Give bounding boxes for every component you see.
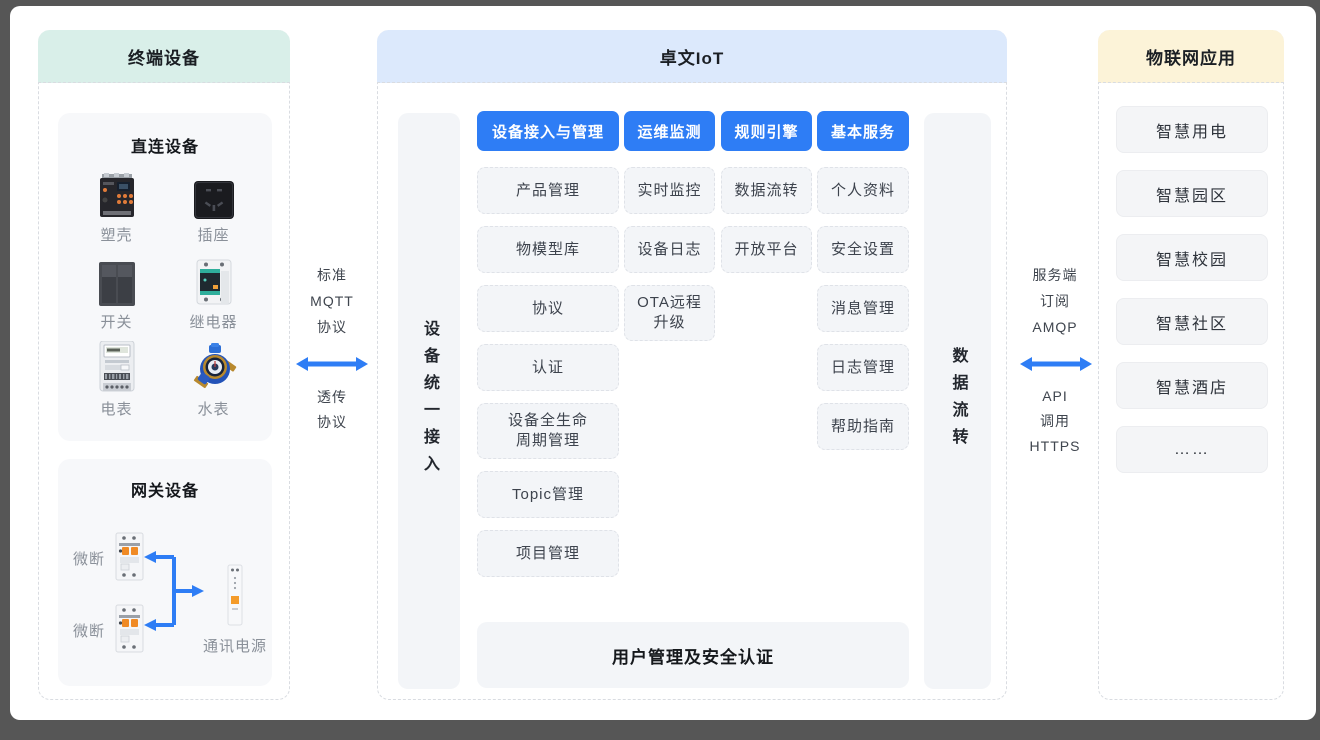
protocol-line: 服务端 <box>1015 262 1095 288</box>
relay-icon <box>193 254 235 306</box>
protocol-line: 协议 <box>292 314 372 340</box>
terminal-devices-panel: 终端设备 直连设备 <box>38 30 290 700</box>
protocol-line: HTTPS <box>1015 434 1095 459</box>
direct-devices-card: 直连设备 <box>58 113 272 441</box>
protocol-line: 调用 <box>1015 409 1095 434</box>
device-unified-access-bar: 设备统一接入 <box>398 113 460 689</box>
iot-platform-panel: 卓文IoT 设备统一接入 数据流转 设备接入与管理 运维监测 规则引擎 基本服务… <box>377 30 1007 700</box>
module-item: 物模型库 <box>477 226 619 273</box>
device-label: 塑壳 <box>100 224 132 245</box>
protocol-line: API <box>1015 384 1095 409</box>
comm-power-icon <box>227 564 243 631</box>
device-label: 继电器 <box>189 311 237 332</box>
device-relay: 继电器 <box>165 254 262 332</box>
iot-applications-panel: 物联网应用 智慧用电 智慧园区 智慧校园 智慧社区 智慧酒店 …… <box>1098 30 1284 700</box>
device-socket: 插座 <box>165 167 262 245</box>
module-item: 帮助指南 <box>817 403 909 450</box>
module-item: 产品管理 <box>477 167 619 214</box>
module-item: 个人资料 <box>817 167 909 214</box>
app-item-smart-park: 智慧园区 <box>1116 170 1268 217</box>
app-item-smart-electricity: 智慧用电 <box>1116 106 1268 153</box>
module-item: 实时监控 <box>624 167 715 214</box>
app-item-smart-community: 智慧社区 <box>1116 298 1268 345</box>
gateway-devices-title: 网关设备 <box>58 459 272 501</box>
device-grid: 塑壳 插座 <box>58 157 272 419</box>
module-item: 设备日志 <box>624 226 715 273</box>
protocol-line: 透传 <box>292 385 372 410</box>
device-label: 插座 <box>197 224 229 245</box>
right-bidirectional-arrow-icon <box>1020 356 1092 372</box>
module-item: 开放平台 <box>721 226 812 273</box>
module-item: 项目管理 <box>477 530 619 577</box>
column-header-device-access: 设备接入与管理 <box>477 111 619 151</box>
protocol-line: 标准 <box>292 262 372 288</box>
column-header-ops-monitoring: 运维监测 <box>624 111 715 151</box>
protocol-line: 订阅 <box>1015 288 1095 314</box>
diagram-canvas: 终端设备 直连设备 <box>10 6 1316 720</box>
right-connector-protocol-top: 服务端 订阅 AMQP <box>1015 262 1095 340</box>
protocol-line: AMQP <box>1015 314 1095 340</box>
water-meter-icon <box>190 341 238 393</box>
left-connector-protocol-top: 标准 MQTT 协议 <box>292 262 372 340</box>
app-item-smart-campus: 智慧校园 <box>1116 234 1268 281</box>
module-item: OTA远程 升级 <box>624 285 715 341</box>
app-item-smart-hotel: 智慧酒店 <box>1116 362 1268 409</box>
data-flow-label: 数据流转 <box>946 347 970 455</box>
device-unified-access-label: 设备统一接入 <box>417 320 441 482</box>
electric-meter-icon <box>99 341 135 393</box>
comm-power-label: 通讯电源 <box>192 635 278 656</box>
gateway-connection-arrows-icon <box>138 547 210 637</box>
protocol-line: 协议 <box>292 410 372 435</box>
socket-icon <box>194 167 234 219</box>
iot-platform-header: 卓文IoT <box>377 30 1007 83</box>
device-switch: 开关 <box>68 254 165 332</box>
protocol-line: MQTT <box>292 288 372 314</box>
module-item: 消息管理 <box>817 285 909 332</box>
module-item: 安全设置 <box>817 226 909 273</box>
wall-switch-icon <box>99 254 135 306</box>
module-item: Topic管理 <box>477 471 619 518</box>
user-management-bar: 用户管理及安全认证 <box>477 622 909 688</box>
gateway-devices-card: 网关设备 微断 微断 <box>58 459 272 686</box>
left-connector-protocol-bottom: 透传 协议 <box>292 385 372 435</box>
direct-devices-title: 直连设备 <box>58 133 272 157</box>
module-item: 数据流转 <box>721 167 812 214</box>
device-label: 开关 <box>100 311 132 332</box>
app-item-more: …… <box>1116 426 1268 473</box>
iot-applications-header: 物联网应用 <box>1098 30 1284 83</box>
module-item: 设备全生命 周期管理 <box>477 403 619 459</box>
molded-case-breaker-icon <box>98 167 136 219</box>
device-label: 水表 <box>197 398 229 419</box>
left-bidirectional-arrow-icon <box>296 356 368 372</box>
device-molded-case: 塑壳 <box>68 167 165 245</box>
mini-breaker-label-1: 微断 <box>72 548 106 569</box>
device-label: 电表 <box>100 398 132 419</box>
column-header-basic-services: 基本服务 <box>817 111 909 151</box>
mini-breaker-label-2: 微断 <box>72 620 106 641</box>
column-header-rule-engine: 规则引擎 <box>721 111 812 151</box>
device-water-meter: 水表 <box>165 341 262 419</box>
right-connector-protocol-bottom: API 调用 HTTPS <box>1015 384 1095 459</box>
module-item: 认证 <box>477 344 619 391</box>
module-item: 日志管理 <box>817 344 909 391</box>
terminal-devices-header: 终端设备 <box>38 30 290 83</box>
data-flow-bar: 数据流转 <box>924 113 991 689</box>
module-item: 协议 <box>477 285 619 332</box>
device-electric-meter: 电表 <box>68 341 165 419</box>
